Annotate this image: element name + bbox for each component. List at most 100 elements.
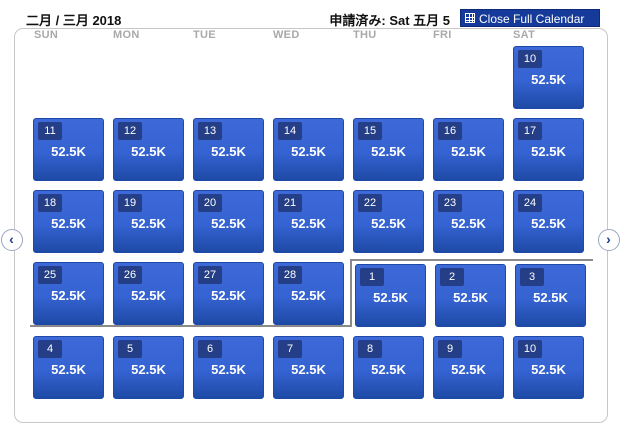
day-number: 17: [518, 122, 542, 140]
weekday-1: MON: [113, 29, 140, 41]
day-price: 52.5K: [51, 216, 86, 231]
calendar-day-cell[interactable]: 14 52.5K: [273, 118, 344, 181]
calendar-day-cell[interactable]: 20 52.5K: [193, 190, 264, 253]
day-price: 52.5K: [211, 216, 246, 231]
calendar-day-cell[interactable]: 10 52.5K: [513, 336, 584, 399]
chevron-left-icon: ‹: [9, 231, 14, 247]
calendar-day-cell[interactable]: 26 52.5K: [113, 262, 184, 325]
day-number: 28: [278, 266, 302, 284]
calendar-day-cell[interactable]: 15 52.5K: [353, 118, 424, 181]
next-month-button[interactable]: ›: [598, 229, 620, 251]
weekday-6: SAT: [513, 29, 536, 41]
day-price: 52.5K: [291, 362, 326, 377]
calendar-day-cell[interactable]: 3 52.5K: [515, 264, 586, 327]
month-divider-bottom: [30, 325, 352, 327]
day-price: 52.5K: [131, 144, 166, 159]
weekday-4: THU: [353, 29, 377, 41]
day-number: 10: [518, 50, 542, 68]
calendar-day-cell[interactable]: 2 52.5K: [435, 264, 506, 327]
calendar-day-cell[interactable]: 22 52.5K: [353, 190, 424, 253]
calendar-day-cell[interactable]: 18 52.5K: [33, 190, 104, 253]
calendar-day-cell[interactable]: 27 52.5K: [193, 262, 264, 325]
day-number: 9: [438, 340, 462, 358]
month-divider-vertical: [350, 259, 352, 327]
day-number: 13: [198, 122, 222, 140]
day-price: 52.5K: [51, 144, 86, 159]
calendar-day-cell[interactable]: 10 52.5K: [513, 46, 584, 109]
day-number: 14: [278, 122, 302, 140]
weekday-5: FRI: [433, 29, 452, 41]
day-price: 52.5K: [371, 362, 406, 377]
calendar-day-cell[interactable]: 13 52.5K: [193, 118, 264, 181]
day-price: 52.5K: [51, 288, 86, 303]
calendar-day-cell[interactable]: 1 52.5K: [355, 264, 426, 327]
day-number: 24: [518, 194, 542, 212]
day-number: 1: [360, 268, 384, 286]
month-range-title: 二月 / 三月 2018: [26, 13, 122, 28]
calendar-day-cell[interactable]: 21 52.5K: [273, 190, 344, 253]
calendar-day-cell[interactable]: 12 52.5K: [113, 118, 184, 181]
calendar-day-cell[interactable]: 6 52.5K: [193, 336, 264, 399]
day-price: 52.5K: [51, 362, 86, 377]
day-price: 52.5K: [211, 144, 246, 159]
calendar-day-cell[interactable]: 9 52.5K: [433, 336, 504, 399]
weekday-2: TUE: [193, 29, 216, 41]
day-price: 52.5K: [131, 288, 166, 303]
day-price: 52.5K: [291, 216, 326, 231]
day-number: 19: [118, 194, 142, 212]
day-price: 52.5K: [533, 290, 568, 305]
day-price: 52.5K: [451, 144, 486, 159]
selected-date-label: 申請済み: Sat 五月 5: [329, 13, 450, 28]
day-number: 12: [118, 122, 142, 140]
day-number: 26: [118, 266, 142, 284]
day-price: 52.5K: [371, 216, 406, 231]
day-price: 52.5K: [451, 216, 486, 231]
close-full-calendar-button[interactable]: Close Full Calendar: [460, 9, 600, 27]
day-price: 52.5K: [211, 288, 246, 303]
day-number: 10: [518, 340, 542, 358]
calendar-day-cell[interactable]: 28 52.5K: [273, 262, 344, 325]
calendar-day-cell[interactable]: 17 52.5K: [513, 118, 584, 181]
calendar-day-cell[interactable]: 4 52.5K: [33, 336, 104, 399]
day-price: 52.5K: [531, 362, 566, 377]
day-price: 52.5K: [531, 72, 566, 87]
calendar-day-cell[interactable]: 23 52.5K: [433, 190, 504, 253]
weekday-0: SUN: [34, 29, 59, 41]
calendar-day-cell[interactable]: 11 52.5K: [33, 118, 104, 181]
calendar-day-cell[interactable]: 25 52.5K: [33, 262, 104, 325]
day-price: 52.5K: [531, 144, 566, 159]
day-number: 2: [440, 268, 464, 286]
day-price: 52.5K: [291, 144, 326, 159]
day-price: 52.5K: [373, 290, 408, 305]
day-number: 15: [358, 122, 382, 140]
day-number: 27: [198, 266, 222, 284]
day-number: 22: [358, 194, 382, 212]
calendar-day-cell[interactable]: 19 52.5K: [113, 190, 184, 253]
day-price: 52.5K: [131, 362, 166, 377]
day-number: 7: [278, 340, 302, 358]
day-number: 25: [38, 266, 62, 284]
day-number: 8: [358, 340, 382, 358]
calendar-day-cell[interactable]: 5 52.5K: [113, 336, 184, 399]
calendar-day-cell[interactable]: 16 52.5K: [433, 118, 504, 181]
calendar-day-cell[interactable]: 7 52.5K: [273, 336, 344, 399]
day-price: 52.5K: [531, 216, 566, 231]
calendar-grid-icon: [465, 13, 475, 23]
month-divider-top: [352, 259, 593, 261]
prev-month-button[interactable]: ‹: [1, 229, 23, 251]
day-number: 23: [438, 194, 462, 212]
day-number: 20: [198, 194, 222, 212]
close-full-calendar-label: Close Full Calendar: [479, 12, 585, 26]
day-number: 16: [438, 122, 462, 140]
day-price: 52.5K: [291, 288, 326, 303]
day-number: 4: [38, 340, 62, 358]
calendar-day-cell[interactable]: 24 52.5K: [513, 190, 584, 253]
day-number: 3: [520, 268, 544, 286]
day-number: 18: [38, 194, 62, 212]
day-price: 52.5K: [453, 290, 488, 305]
day-number: 5: [118, 340, 142, 358]
calendar-day-cell[interactable]: 8 52.5K: [353, 336, 424, 399]
day-price: 52.5K: [371, 144, 406, 159]
calendar-header: 二月 / 三月 2018 申請済み: Sat 五月 5 Close Full C…: [0, 0, 631, 28]
day-number: 21: [278, 194, 302, 212]
